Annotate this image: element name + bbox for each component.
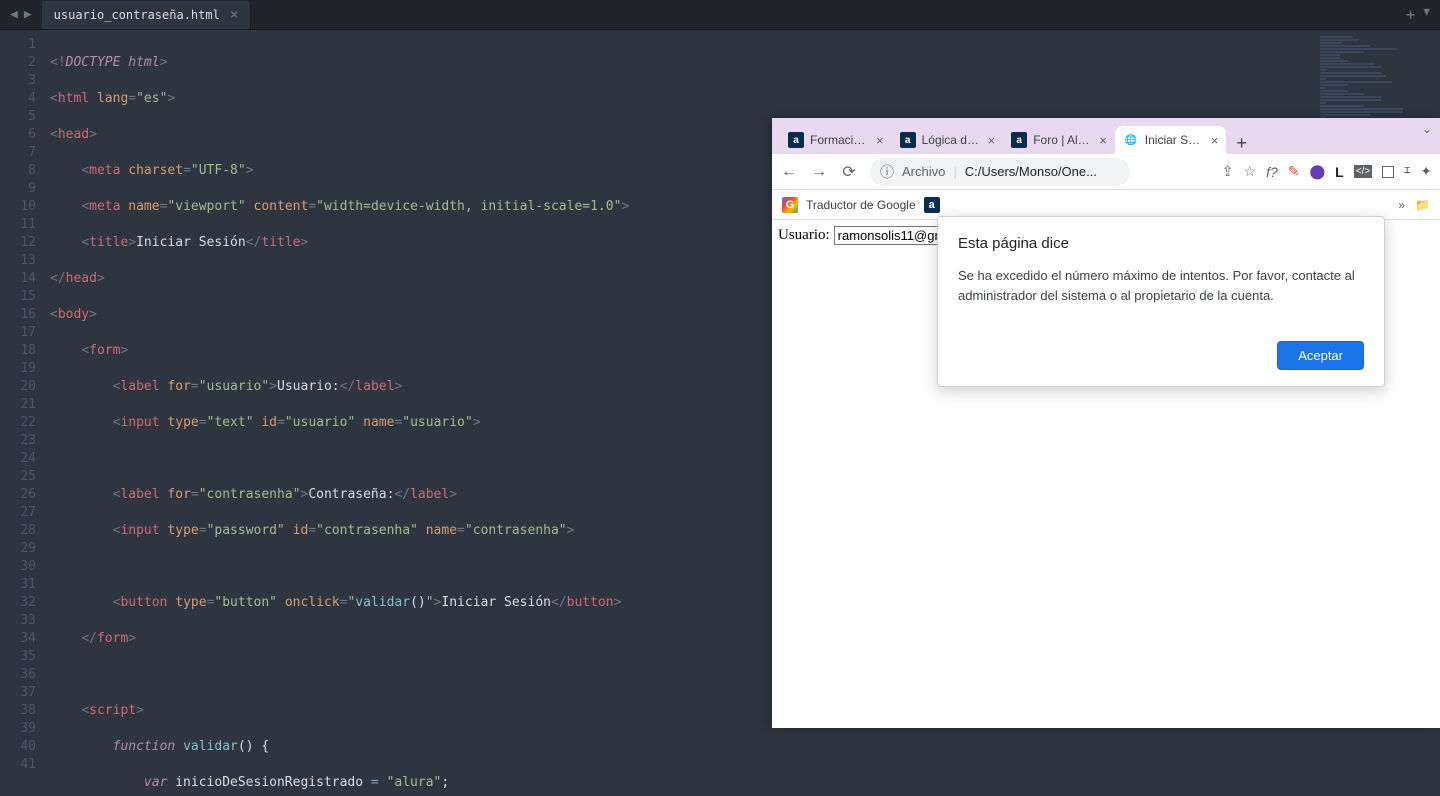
browser-window: a Formación F × a Lógica de p × a Foro |… — [772, 118, 1440, 728]
browser-toolbar: ← → ⟳ ⓘ Archivo | C:/Users/Monso/One... … — [772, 154, 1440, 190]
forward-icon[interactable]: → — [810, 163, 828, 181]
ext-pencil-icon[interactable]: ✎ — [1288, 163, 1300, 180]
usuario-input[interactable] — [834, 226, 944, 245]
bookmark-item[interactable]: Traductor de Google — [806, 198, 916, 212]
close-icon[interactable]: × — [988, 133, 996, 148]
ext-box-icon[interactable] — [1382, 166, 1394, 178]
favicon-icon: a — [1011, 132, 1027, 148]
favicon-icon: a — [788, 132, 804, 148]
alert-title: Esta página dice — [958, 235, 1364, 252]
alert-message: Se ha excedido el número máximo de inten… — [958, 266, 1364, 305]
add-tab-icon[interactable]: + — [1406, 5, 1416, 24]
share-icon[interactable]: ⇪ — [1222, 163, 1234, 180]
alert-dialog: Esta página dice Se ha excedido el númer… — [937, 216, 1385, 387]
add-tab-icon[interactable]: + — [1226, 133, 1257, 154]
back-icon[interactable]: ← — [780, 163, 798, 181]
overflow-icon[interactable]: » — [1398, 198, 1405, 212]
close-icon[interactable]: × — [1099, 133, 1107, 148]
puzzle-icon[interactable]: ✦ — [1420, 163, 1432, 180]
close-icon[interactable]: × — [230, 7, 238, 23]
ext-circle-icon[interactable]: ⬤ — [1310, 163, 1326, 180]
nav-back-icon[interactable]: ◀ — [8, 5, 20, 24]
browser-tab-strip: a Formación F × a Lógica de p × a Foro |… — [772, 118, 1440, 154]
address-bar[interactable]: ⓘ Archivo | C:/Users/Monso/One... — [870, 158, 1130, 186]
close-icon[interactable]: × — [1211, 133, 1219, 148]
ext-code-icon[interactable]: </> — [1354, 165, 1372, 178]
favicon-icon: a — [900, 132, 916, 148]
window-chevron-icon[interactable]: ⌄ — [1422, 122, 1432, 136]
browser-tab-active[interactable]: 🌐 Iniciar Sesió × — [1115, 126, 1227, 154]
bookmark-icon[interactable]: a — [924, 197, 940, 213]
reload-icon[interactable]: ⟳ — [840, 162, 858, 182]
close-icon[interactable]: × — [876, 133, 884, 148]
alert-ok-button[interactable]: Aceptar — [1277, 341, 1364, 370]
ext-letter-icon[interactable]: L — [1335, 164, 1344, 180]
star-icon[interactable]: ☆ — [1244, 163, 1257, 180]
editor-tab[interactable]: usuario_contraseña.html × — [42, 1, 252, 29]
ext-text-icon[interactable]: ᵀ — [1404, 164, 1410, 180]
translate-icon: G — [782, 197, 798, 213]
tab-dropdown-icon[interactable]: ▼ — [1423, 5, 1430, 24]
line-gutter: 1 2 3 4 5 6 7 8 9 10 11 12 13 14 15 16 1… — [0, 30, 50, 796]
usuario-label: Usuario: — [778, 227, 830, 244]
browser-tab[interactable]: a Lógica de p × — [892, 126, 1004, 154]
info-icon[interactable]: ⓘ — [880, 162, 894, 182]
browser-tab[interactable]: a Formación F × — [780, 126, 892, 154]
editor-tab-bar: ◀ ▶ usuario_contraseña.html × + ▼ — [0, 0, 1440, 30]
ext-font-icon[interactable]: f? — [1266, 164, 1278, 180]
tab-title: usuario_contraseña.html — [54, 8, 220, 22]
nav-forward-icon[interactable]: ▶ — [22, 5, 34, 24]
browser-tab[interactable]: a Foro | Alura × — [1003, 126, 1115, 154]
folder-icon[interactable]: 📁 — [1415, 198, 1430, 212]
page-content: Usuario: Esta página dice Se ha excedido… — [772, 220, 1440, 251]
globe-icon: 🌐 — [1123, 132, 1139, 148]
